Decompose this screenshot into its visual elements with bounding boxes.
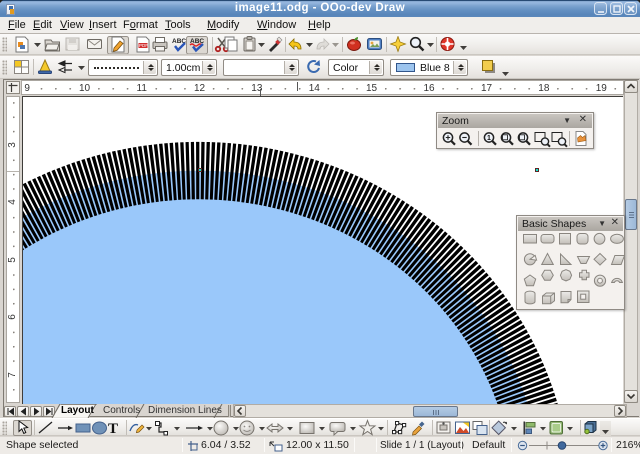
svg-text:1: 1 — [487, 135, 491, 142]
svg-text:T: T — [108, 421, 118, 437]
svg-text:PDF: PDF — [139, 43, 148, 48]
